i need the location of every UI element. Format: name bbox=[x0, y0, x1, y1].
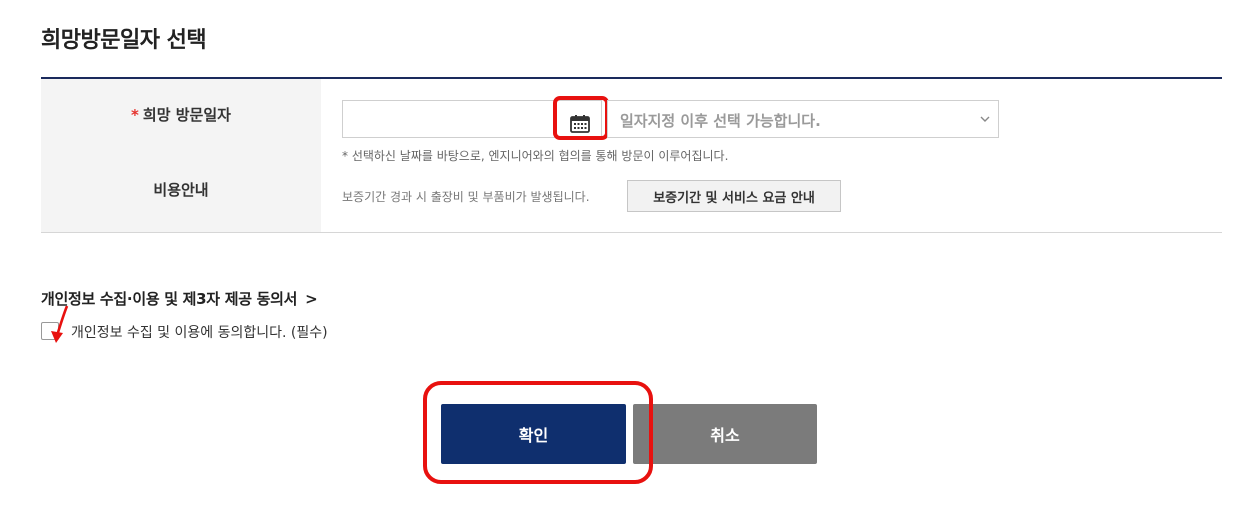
visit-date-note: * 선택하신 날짜를 바탕으로, 엔지니어와의 협의를 통해 방문이 이루어집니… bbox=[342, 149, 729, 163]
visit-time-select[interactable]: 일자지정 이후 선택 가능합니다. bbox=[607, 100, 999, 138]
consent-title-arrow: > bbox=[305, 290, 318, 308]
calendar-button-highlight bbox=[553, 96, 609, 140]
section-title: 희망방문일자 선택 bbox=[41, 28, 207, 53]
cost-label: 비용안내 bbox=[153, 181, 209, 199]
visit-date-label: * 희망 방문일자 bbox=[41, 104, 321, 125]
consent-title-text: 개인정보 수집·이용 및 제3자 제공 동의서 bbox=[41, 290, 298, 308]
visit-time-select-value: 일자지정 이후 선택 가능합니다. bbox=[620, 112, 821, 130]
chevron-down-icon bbox=[980, 116, 990, 122]
visit-form-table: * 희망 방문일자 비용안내 일자지정 이후 선택 가능합니다. * 선택하신 … bbox=[41, 79, 1222, 233]
visit-date-page: 희망방문일자 선택 * 희망 방문일자 비용안내 일자지정 이후 선택 가능합니… bbox=[0, 0, 1257, 515]
required-mark: * bbox=[131, 106, 139, 124]
label-column: * 희망 방문일자 비용안내 bbox=[41, 79, 321, 232]
cost-description: 보증기간 경과 시 출장비 및 부품비가 발생됩니다. bbox=[342, 190, 590, 204]
consent-title-link[interactable]: 개인정보 수집·이용 및 제3자 제공 동의서 > bbox=[41, 288, 318, 309]
warranty-fee-info-button[interactable]: 보증기간 및 서비스 요금 안내 bbox=[627, 180, 841, 212]
confirm-button-highlight bbox=[423, 381, 653, 484]
checkbox-pointer-annotation bbox=[51, 306, 69, 343]
cancel-button[interactable]: 취소 bbox=[633, 404, 817, 464]
privacy-consent-label[interactable]: 개인정보 수집 및 이용에 동의합니다. (필수) bbox=[71, 322, 328, 342]
visit-date-label-text: 희망 방문일자 bbox=[142, 106, 231, 124]
